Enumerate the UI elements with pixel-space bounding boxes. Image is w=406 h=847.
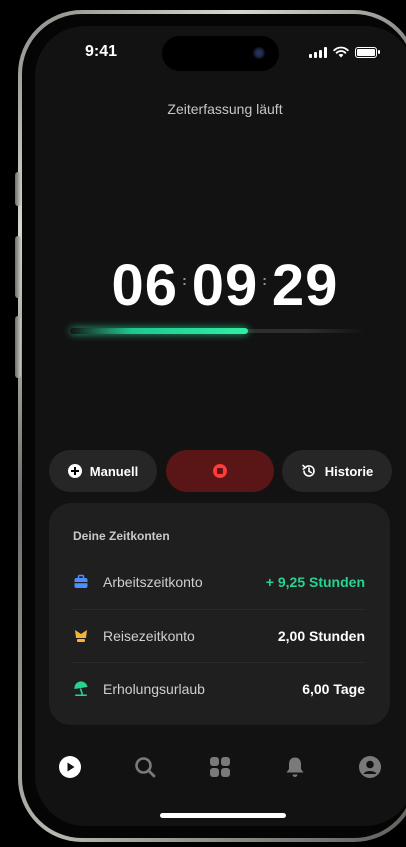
account-row-reisezeit[interactable]: Reisezeitkonto 2,00 Stunden [73, 609, 365, 662]
status-icons [309, 46, 380, 58]
volume-up-button [15, 236, 21, 298]
elapsed-timer: 06:09:29 [35, 252, 406, 319]
timer-seconds: 29 [271, 253, 339, 318]
card-title: Deine Zeitkonten [73, 529, 170, 543]
account-label: Erholungsurlaub [103, 681, 205, 697]
account-label: Arbeitszeitkonto [103, 574, 203, 590]
stop-button[interactable] [166, 450, 274, 492]
history-icon [301, 464, 315, 477]
beach-umbrella-icon [73, 681, 89, 697]
timer-separator: : [182, 271, 188, 288]
dynamic-island [162, 36, 279, 71]
volume-down-button [15, 316, 21, 378]
manual-entry-button[interactable]: Manuell [49, 450, 157, 492]
camera-icon [253, 47, 265, 59]
nav-search[interactable] [130, 752, 160, 782]
bell-icon [286, 757, 304, 777]
battery-icon [355, 46, 380, 58]
nav-dashboard[interactable] [205, 752, 235, 782]
timer-minutes: 09 [191, 253, 259, 318]
account-label: Reisezeitkonto [103, 628, 195, 644]
briefcase-icon [73, 574, 89, 590]
nav-play[interactable] [55, 752, 85, 782]
history-label: Historie [324, 463, 374, 479]
progress-fill [70, 328, 248, 334]
play-icon [59, 756, 81, 778]
timer-hours: 06 [111, 253, 179, 318]
account-value: 6,00 Tage [302, 681, 365, 697]
search-icon [135, 757, 156, 778]
time-accounts-card: Deine Zeitkonten Arbeitszeitkonto + 9,25… [49, 503, 390, 725]
manual-entry-label: Manuell [89, 463, 139, 479]
cellular-signal-icon [309, 46, 327, 58]
timer-separator: : [262, 271, 268, 288]
grid-icon [210, 757, 230, 777]
nav-notifications[interactable] [280, 752, 310, 782]
history-button[interactable]: Historie [282, 450, 392, 492]
wifi-icon [333, 46, 349, 58]
status-time: 9:41 [85, 43, 118, 60]
action-button [15, 172, 21, 206]
account-row-urlaub[interactable]: Erholungsurlaub 6,00 Tage [73, 662, 365, 715]
account-value: + 9,25 Stunden [265, 574, 365, 590]
profile-icon [359, 756, 381, 778]
travel-icon [73, 628, 89, 644]
app-screen: 9:41 Zeiterfassung läuft 06:09:29 Manuel… [35, 26, 406, 826]
timer-actions: Manuell Historie [49, 450, 392, 492]
page-title: Zeiterfassung läuft [167, 101, 283, 117]
stop-icon [213, 464, 227, 478]
account-row-arbeitszeit[interactable]: Arbeitszeitkonto + 9,25 Stunden [73, 556, 365, 608]
home-indicator[interactable] [160, 813, 286, 818]
bottom-navigation [35, 752, 406, 782]
nav-profile[interactable] [355, 752, 385, 782]
plus-circle-icon [67, 464, 82, 478]
account-value: 2,00 Stunden [277, 628, 365, 644]
